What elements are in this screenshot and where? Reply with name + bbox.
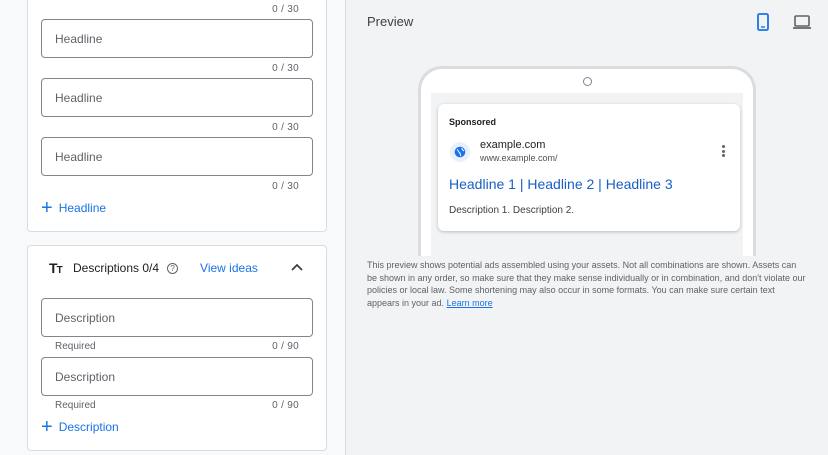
site-name: example.com [480,139,546,151]
headline-field[interactable] [41,78,313,117]
description-input[interactable] [42,358,312,395]
headline-field[interactable] [41,19,313,58]
more-vert-icon[interactable] [722,145,726,157]
phone-frame: Sponsored example.com www.example.com/ H… [418,66,756,256]
plus-icon: + [41,416,53,438]
headline-field[interactable] [41,137,313,176]
headlines-card: 0 / 30 0 / 30 0 / 30 0 / 30 + Headline [27,0,327,232]
add-headline-label: Headline [58,201,107,215]
view-ideas-link[interactable]: View ideas [200,261,258,275]
description-field[interactable] [41,298,313,337]
add-description-label: Description [58,420,119,434]
globe-icon [450,142,470,162]
headline-input[interactable] [42,20,312,57]
add-headline-button[interactable]: + Headline [41,197,107,219]
required-helper: Required [55,400,96,411]
add-description-button[interactable]: + Description [41,416,119,438]
description-input[interactable] [42,299,312,336]
phone-screen: Sponsored example.com www.example.com/ H… [431,93,743,256]
description-counter: 0 / 90 [272,400,299,411]
headline-counter: 0 / 30 [272,4,299,15]
headline-counter: 0 / 30 [272,122,299,133]
disclaimer-text: This preview shows potential ads assembl… [367,260,806,308]
descriptions-card: TT Descriptions 0/4 ? View ideas Require… [27,245,327,451]
chevron-up-icon[interactable] [290,260,304,274]
required-helper: Required [55,341,96,352]
preview-title: Preview [367,14,414,29]
headline-input[interactable] [42,138,312,175]
mobile-icon[interactable] [753,12,773,32]
preview-disclaimer: This preview shows potential ads assembl… [367,259,807,309]
text-format-icon: TT [49,260,63,276]
phone-camera [583,77,592,86]
descriptions-title: Descriptions 0/4 [73,261,160,275]
sponsored-label: Sponsored [449,117,497,127]
preview-panel: Preview Sponsored example.com www.exampl… [347,0,828,455]
ad-description: Description 1. Description 2. [449,205,575,216]
plus-icon: + [41,197,53,219]
descriptions-header: TT Descriptions 0/4 ? View ideas [49,260,258,276]
headline-counter: 0 / 30 [272,181,299,192]
learn-more-link[interactable]: Learn more [447,298,493,308]
ad-preview-card: Sponsored example.com www.example.com/ H… [438,104,740,231]
desktop-icon[interactable] [792,12,812,32]
description-field[interactable] [41,357,313,396]
ad-headline[interactable]: Headline 1 | Headline 2 | Headline 3 [449,176,673,192]
headline-counter: 0 / 30 [272,63,299,74]
description-counter: 0 / 90 [272,341,299,352]
site-url: www.example.com/ [480,153,558,163]
headline-input[interactable] [42,79,312,116]
asset-editor-panel: 0 / 30 0 / 30 0 / 30 0 / 30 + Headline T… [0,0,346,455]
help-icon[interactable]: ? [167,262,179,274]
